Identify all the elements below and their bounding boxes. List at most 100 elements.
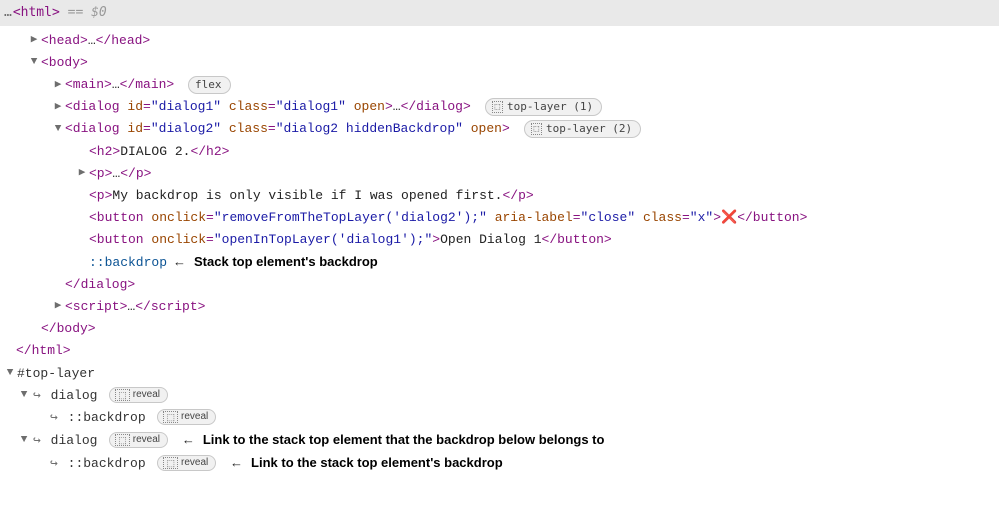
tag-p-open: <p> bbox=[89, 188, 112, 203]
left-arrow-icon: ← bbox=[182, 432, 195, 447]
reveal-label: reveal bbox=[133, 388, 160, 402]
tag-head-close: </head> bbox=[96, 33, 151, 48]
reveal-icon: ⬚ bbox=[163, 411, 178, 423]
link-arrow-icon: ↪ bbox=[50, 456, 58, 471]
expand-arrow-right-icon[interactable]: ▶ bbox=[28, 31, 40, 50]
toplayer-dialog-label: dialog bbox=[51, 388, 98, 403]
attr-class-val: "x" bbox=[690, 210, 713, 225]
expand-arrow-right-icon[interactable]: ▶ bbox=[52, 297, 64, 316]
tag-main-close: </main> bbox=[120, 77, 175, 92]
tag-script-close: </script> bbox=[135, 299, 205, 314]
toplayer-backdrop-label: ::backdrop bbox=[68, 410, 146, 425]
reveal-label: reveal bbox=[133, 433, 160, 447]
toplayer-badge-2[interactable]: ⬚ top-layer (2) bbox=[524, 120, 642, 138]
button-text: Open Dialog 1 bbox=[440, 232, 541, 247]
tag-main-open: <main> bbox=[65, 77, 112, 92]
node-dialog1[interactable]: ▶<dialog id="dialog1" class="dialog1" op… bbox=[0, 96, 999, 118]
toplayer-label: #top-layer bbox=[17, 366, 95, 381]
expand-arrow-right-icon[interactable]: ▶ bbox=[76, 164, 88, 183]
attr-class-val: "dialog2 hiddenBackdrop" bbox=[276, 121, 463, 136]
layers-icon: ⬚ bbox=[492, 101, 503, 113]
node-main[interactable]: ▶<main>…</main> flex bbox=[0, 74, 999, 96]
tag-head-open: <head> bbox=[41, 33, 88, 48]
reveal-label: reveal bbox=[181, 456, 208, 470]
node-dialog2[interactable]: ▼<dialog id="dialog2" class="dialog2 hid… bbox=[0, 118, 999, 140]
tag-dialog-close: </dialog> bbox=[65, 277, 135, 292]
node-p-text[interactable]: ▶<p>My backdrop is only visible if I was… bbox=[0, 185, 999, 207]
ellipsis: … bbox=[112, 77, 120, 92]
tag-close-bracket: > bbox=[502, 121, 510, 136]
html-tag-open[interactable]: <html> bbox=[13, 5, 60, 20]
tag-dialog-open: <dialog bbox=[65, 121, 127, 136]
tag-p-close: </p> bbox=[502, 188, 533, 203]
left-arrow-icon: ← bbox=[230, 455, 243, 470]
selected-element-header: …<html> == $0 bbox=[0, 0, 999, 26]
expand-arrow-down-icon[interactable]: ▼ bbox=[52, 120, 64, 139]
tag-dialog-close: </dialog> bbox=[401, 99, 471, 114]
tag-p-open: <p> bbox=[89, 166, 112, 181]
reveal-button[interactable]: ⬚reveal bbox=[157, 409, 216, 425]
node-toplayer[interactable]: ▼#top-layer bbox=[0, 363, 999, 385]
expand-arrow-right-icon[interactable]: ▶ bbox=[52, 98, 64, 117]
backdrop-annotation: Stack top element's backdrop bbox=[194, 254, 378, 269]
toplayer-annotation-2: Link to the stack top element's backdrop bbox=[251, 455, 503, 470]
expand-arrow-right-icon[interactable]: ▶ bbox=[52, 76, 64, 95]
toplayer-backdrop-label: ::backdrop bbox=[68, 456, 146, 471]
node-button-open-dialog1[interactable]: ▶<button onclick="openInTopLayer('dialog… bbox=[0, 229, 999, 251]
attr-open: open bbox=[471, 121, 502, 136]
node-script[interactable]: ▶<script>…</script> bbox=[0, 296, 999, 318]
pseudo-backdrop: ::backdrop bbox=[89, 255, 167, 270]
overflow-dots: … bbox=[4, 5, 13, 20]
toplayer-badge-1-label: top-layer (1) bbox=[507, 99, 593, 115]
node-body[interactable]: ▼<body> bbox=[0, 52, 999, 74]
expand-arrow-down-icon[interactable]: ▼ bbox=[28, 53, 40, 72]
close-icon: ❌ bbox=[721, 210, 737, 225]
flex-badge[interactable]: flex bbox=[188, 76, 231, 94]
expand-arrow-down-icon[interactable]: ▼ bbox=[18, 431, 30, 450]
node-head[interactable]: ▶<head>…</head> bbox=[0, 30, 999, 52]
tag-close-bracket: > bbox=[432, 232, 440, 247]
node-dialog2-close[interactable]: ▶</dialog> bbox=[0, 274, 999, 296]
node-h2[interactable]: ▶<h2>DIALOG 2.</h2> bbox=[0, 141, 999, 163]
tag-p-close: </p> bbox=[120, 166, 151, 181]
tag-h2-close: </h2> bbox=[190, 144, 229, 159]
node-toplayer-dialog-2[interactable]: ▼↪ dialog ⬚reveal ←Link to the stack top… bbox=[0, 429, 999, 452]
node-backdrop-pseudo[interactable]: ▶::backdrop←Stack top element's backdrop bbox=[0, 251, 999, 274]
attr-aria-name: aria-label bbox=[495, 210, 573, 225]
p-text: My backdrop is only visible if I was ope… bbox=[112, 188, 502, 203]
link-arrow-icon: ↪ bbox=[33, 433, 41, 448]
node-p-collapsed[interactable]: ▶<p>…</p> bbox=[0, 163, 999, 185]
node-toplayer-backdrop-1[interactable]: ↪ ::backdrop ⬚reveal bbox=[0, 407, 999, 429]
link-arrow-icon: ↪ bbox=[33, 388, 41, 403]
node-toplayer-backdrop-2[interactable]: ↪ ::backdrop ⬚reveal ← Link to the stack … bbox=[0, 452, 999, 475]
reveal-icon: ⬚ bbox=[115, 389, 130, 401]
h2-text: DIALOG 2. bbox=[120, 144, 190, 159]
attr-onclick-val: "openInTopLayer('dialog1');" bbox=[214, 232, 432, 247]
toplayer-badge-1[interactable]: ⬚ top-layer (1) bbox=[485, 98, 603, 116]
attr-onclick-name: onclick bbox=[151, 210, 206, 225]
dom-tree: ▶<head>…</head> ▼<body> ▶<main>…</main> … bbox=[0, 26, 999, 485]
expand-arrow-down-icon[interactable]: ▼ bbox=[4, 364, 16, 383]
tag-body-open: <body> bbox=[41, 55, 88, 70]
attr-onclick-val: "removeFromTheTopLayer('dialog2');" bbox=[214, 210, 487, 225]
toplayer-badge-2-label: top-layer (2) bbox=[546, 121, 632, 137]
attr-id-val: "dialog2" bbox=[151, 121, 221, 136]
ellipsis: … bbox=[393, 99, 401, 114]
flex-badge-label: flex bbox=[195, 77, 222, 93]
expand-arrow-down-icon[interactable]: ▼ bbox=[18, 386, 30, 405]
reveal-button[interactable]: ⬚reveal bbox=[109, 432, 168, 448]
node-button-close[interactable]: ▶<button onclick="removeFromTheTopLayer(… bbox=[0, 207, 999, 229]
tag-close-bracket: > bbox=[713, 210, 721, 225]
attr-onclick-name: onclick bbox=[151, 232, 206, 247]
reveal-button[interactable]: ⬚reveal bbox=[157, 455, 216, 471]
layers-icon: ⬚ bbox=[531, 123, 542, 135]
attr-class-name: class bbox=[229, 99, 268, 114]
tag-close-bracket: > bbox=[385, 99, 393, 114]
node-body-close[interactable]: ▶</body> bbox=[0, 318, 999, 340]
selection-marker: == $0 bbox=[68, 5, 107, 20]
tag-body-close: </body> bbox=[41, 321, 96, 336]
attr-id-val: "dialog1" bbox=[151, 99, 221, 114]
node-html-close[interactable]: </html> bbox=[0, 340, 999, 362]
node-toplayer-dialog-1[interactable]: ▼↪ dialog ⬚reveal bbox=[0, 385, 999, 407]
reveal-button[interactable]: ⬚reveal bbox=[109, 387, 168, 403]
